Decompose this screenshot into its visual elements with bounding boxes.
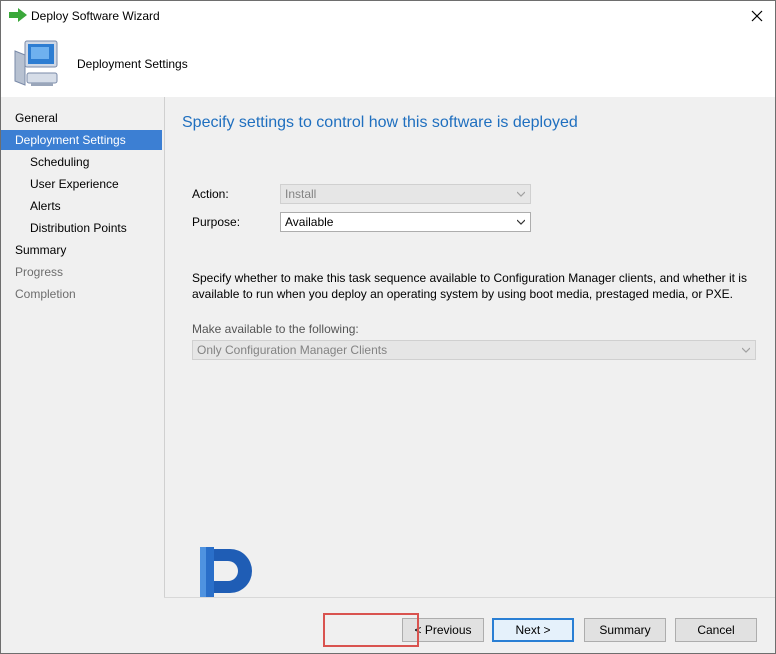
close-icon (751, 10, 763, 22)
next-button[interactable]: Next > (492, 618, 574, 642)
wizard-footer: < Previous Next > Summary Cancel (164, 597, 775, 653)
action-select: Install (280, 184, 531, 204)
chevron-down-icon (742, 347, 750, 353)
nav-item-distribution-points[interactable]: Distribution Points (1, 218, 162, 238)
window-title: Deploy Software Wizard (31, 9, 160, 23)
make-available-select: Only Configuration Manager Clients (192, 340, 756, 360)
make-available-value: Only Configuration Manager Clients (197, 343, 388, 357)
purpose-select[interactable]: Available (280, 212, 531, 232)
make-available-label: Make available to the following: (192, 322, 359, 336)
settings-panel: Specify settings to control how this sof… (164, 97, 775, 597)
page-title: Deployment Settings (77, 57, 188, 71)
computer-icon (14, 40, 58, 86)
green-arrow-icon (9, 8, 27, 22)
cancel-button[interactable]: Cancel (675, 618, 757, 642)
nav-item-general[interactable]: General (1, 108, 162, 128)
nav-item-user-experience[interactable]: User Experience (1, 174, 162, 194)
nav-item-deployment-settings[interactable]: Deployment Settings (1, 130, 162, 150)
summary-button[interactable]: Summary (584, 618, 666, 642)
action-label: Action: (192, 187, 229, 201)
wizard-body: General Deployment Settings Scheduling U… (1, 97, 775, 653)
purpose-label: Purpose: (192, 215, 241, 229)
wizard-window: Deploy Software Wizard Deployment Settin… (0, 0, 776, 654)
close-button[interactable] (745, 5, 769, 27)
nav-item-summary[interactable]: Summary (1, 240, 162, 260)
nav-item-scheduling[interactable]: Scheduling (1, 152, 162, 172)
wizard-steps: General Deployment Settings Scheduling U… (1, 97, 162, 653)
title-bar: Deploy Software Wizard (1, 1, 775, 31)
nav-item-progress: Progress (15, 265, 64, 279)
nav-item-completion: Completion (15, 287, 76, 301)
chevron-down-icon (517, 219, 525, 225)
chevron-down-icon (517, 191, 525, 197)
action-value: Install (285, 187, 317, 201)
purpose-description: Specify whether to make this task sequen… (192, 271, 747, 301)
wizard-header: Deployment Settings (1, 31, 775, 97)
page-heading: Specify settings to control how this sof… (182, 114, 578, 131)
nav-item-alerts[interactable]: Alerts (1, 196, 162, 216)
purpose-value: Available (285, 215, 334, 229)
next-button-highlight (323, 613, 419, 647)
